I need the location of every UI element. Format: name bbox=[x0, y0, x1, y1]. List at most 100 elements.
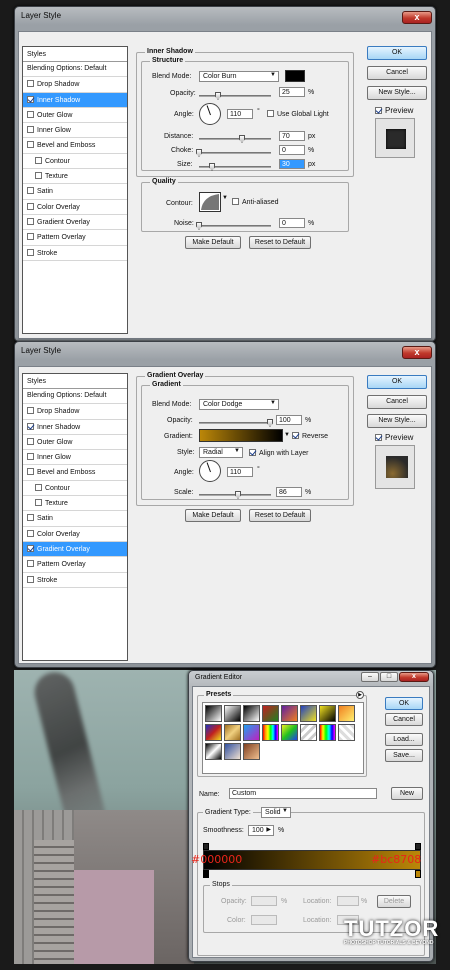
preset-swatch[interactable] bbox=[319, 724, 336, 741]
checkbox[interactable] bbox=[27, 437, 34, 445]
preset-swatch[interactable] bbox=[262, 705, 279, 722]
checkbox[interactable] bbox=[27, 202, 34, 210]
style-item[interactable]: Drop Shadow bbox=[23, 404, 127, 420]
close-button[interactable]: x bbox=[399, 672, 429, 682]
preset-swatch[interactable] bbox=[224, 743, 241, 760]
checkbox[interactable] bbox=[27, 126, 34, 134]
blend-mode-select[interactable]: Color Burn ▼ bbox=[199, 71, 279, 82]
close-button[interactable]: x bbox=[402, 346, 432, 359]
style-item[interactable]: Blending Options: Default bbox=[23, 62, 127, 78]
style-item[interactable]: Drop Shadow bbox=[23, 77, 127, 93]
preview-checkbox[interactable]: Preview bbox=[375, 106, 413, 115]
preset-swatch[interactable] bbox=[319, 705, 336, 722]
style-select[interactable]: Radial ▼ bbox=[199, 447, 243, 458]
new-style-button[interactable]: New Style... bbox=[367, 86, 427, 100]
style-item[interactable]: Contour bbox=[23, 481, 127, 497]
style-item[interactable]: Pattern Overlay bbox=[23, 557, 127, 573]
align-with-layer-checkbox[interactable]: Align with Layer bbox=[249, 449, 308, 457]
distance-input[interactable]: 70 bbox=[279, 131, 305, 141]
style-item[interactable]: Inner Shadow bbox=[23, 92, 127, 108]
gradient-type-select[interactable]: Solid ▼ bbox=[261, 807, 291, 818]
checkbox[interactable] bbox=[27, 468, 34, 476]
opacity-stop-left[interactable] bbox=[203, 843, 209, 850]
scale-input[interactable]: 86 bbox=[276, 487, 302, 497]
make-default-button[interactable]: Make Default bbox=[185, 509, 241, 522]
opacity-slider[interactable] bbox=[199, 419, 273, 427]
preset-swatch[interactable] bbox=[243, 705, 260, 722]
ok-button[interactable]: OK bbox=[367, 46, 427, 60]
opacity-input[interactable]: 100 bbox=[276, 415, 302, 425]
opacity-stop-input[interactable] bbox=[251, 896, 277, 906]
ok-button[interactable]: OK bbox=[367, 375, 427, 389]
checkbox[interactable] bbox=[249, 449, 256, 456]
checkbox[interactable] bbox=[35, 156, 42, 164]
checkbox[interactable] bbox=[35, 499, 42, 507]
checkbox[interactable] bbox=[27, 514, 34, 522]
checkbox[interactable] bbox=[27, 248, 34, 256]
distance-slider[interactable] bbox=[199, 135, 271, 143]
style-item[interactable]: Color Overlay bbox=[23, 527, 127, 542]
preset-swatch[interactable] bbox=[338, 724, 355, 741]
blend-mode-select[interactable]: Color Dodge ▼ bbox=[199, 399, 279, 410]
preset-swatch[interactable] bbox=[243, 743, 260, 760]
opacity-slider[interactable] bbox=[199, 92, 271, 100]
maximize-button[interactable]: □ bbox=[380, 672, 398, 682]
color-stop-right[interactable] bbox=[415, 870, 421, 878]
style-item[interactable]: Gradient Overlay bbox=[23, 541, 127, 558]
chevron-down-icon[interactable]: ▼ bbox=[222, 195, 228, 201]
checkbox[interactable] bbox=[27, 110, 34, 118]
style-item[interactable]: Inner Shadow bbox=[23, 420, 127, 435]
chevron-down-icon[interactable]: ▼ bbox=[284, 432, 290, 438]
cancel-button[interactable]: Cancel bbox=[385, 713, 423, 726]
preset-swatch[interactable] bbox=[300, 724, 317, 741]
smoothness-input[interactable]: 100 ▶ bbox=[248, 825, 274, 836]
preset-swatch[interactable] bbox=[205, 705, 222, 722]
style-item[interactable]: Stroke bbox=[23, 246, 127, 261]
make-default-button[interactable]: Make Default bbox=[185, 236, 241, 249]
color-stop-left[interactable] bbox=[203, 870, 209, 878]
checkbox[interactable] bbox=[27, 544, 34, 552]
checkbox[interactable] bbox=[35, 172, 42, 180]
size-input[interactable]: 30 bbox=[279, 159, 305, 169]
checkbox[interactable] bbox=[27, 529, 34, 537]
opacity-location-input[interactable] bbox=[337, 896, 359, 906]
checkbox[interactable] bbox=[27, 422, 34, 430]
preset-swatch[interactable] bbox=[224, 705, 241, 722]
angle-dial[interactable] bbox=[199, 103, 221, 125]
choke-input[interactable]: 0 bbox=[279, 145, 305, 155]
checkbox[interactable] bbox=[27, 560, 34, 568]
preset-swatch[interactable] bbox=[281, 724, 298, 741]
checkbox[interactable] bbox=[27, 575, 34, 583]
contour-picker[interactable] bbox=[199, 192, 221, 212]
style-item[interactable]: Color Overlay bbox=[23, 200, 127, 215]
cancel-button[interactable]: Cancel bbox=[367, 395, 427, 409]
checkbox[interactable] bbox=[27, 233, 34, 241]
style-item[interactable]: Contour bbox=[23, 154, 127, 170]
noise-slider[interactable] bbox=[196, 222, 271, 230]
checkbox[interactable] bbox=[27, 407, 34, 415]
name-input[interactable]: Custom bbox=[229, 788, 377, 799]
style-item[interactable]: Texture bbox=[23, 169, 127, 185]
reset-to-default-button[interactable]: Reset to Default bbox=[249, 509, 311, 522]
angle-input[interactable]: 110 bbox=[227, 109, 253, 119]
style-item[interactable]: Stroke bbox=[23, 573, 127, 588]
style-item[interactable]: Bevel and Emboss bbox=[23, 465, 127, 481]
checkbox[interactable] bbox=[35, 483, 42, 491]
style-item[interactable]: Outer Glow bbox=[23, 435, 127, 451]
style-item[interactable]: Texture bbox=[23, 496, 127, 512]
checkbox[interactable] bbox=[27, 95, 34, 103]
preset-swatch[interactable] bbox=[338, 705, 355, 722]
checkbox[interactable] bbox=[27, 217, 34, 225]
style-item[interactable]: Satin bbox=[23, 184, 127, 200]
anti-aliased-checkbox[interactable]: Anti-aliased bbox=[232, 198, 279, 206]
checkbox[interactable] bbox=[267, 110, 274, 117]
preset-swatch[interactable] bbox=[300, 705, 317, 722]
style-item[interactable]: Satin bbox=[23, 511, 127, 527]
angle-dial[interactable] bbox=[199, 460, 221, 482]
styles-header[interactable]: Styles bbox=[23, 374, 127, 389]
preset-swatch[interactable] bbox=[224, 724, 241, 741]
preset-swatch[interactable] bbox=[243, 724, 260, 741]
style-item[interactable]: Outer Glow bbox=[23, 108, 127, 124]
checkbox[interactable] bbox=[27, 141, 34, 149]
checkbox[interactable] bbox=[232, 198, 239, 205]
